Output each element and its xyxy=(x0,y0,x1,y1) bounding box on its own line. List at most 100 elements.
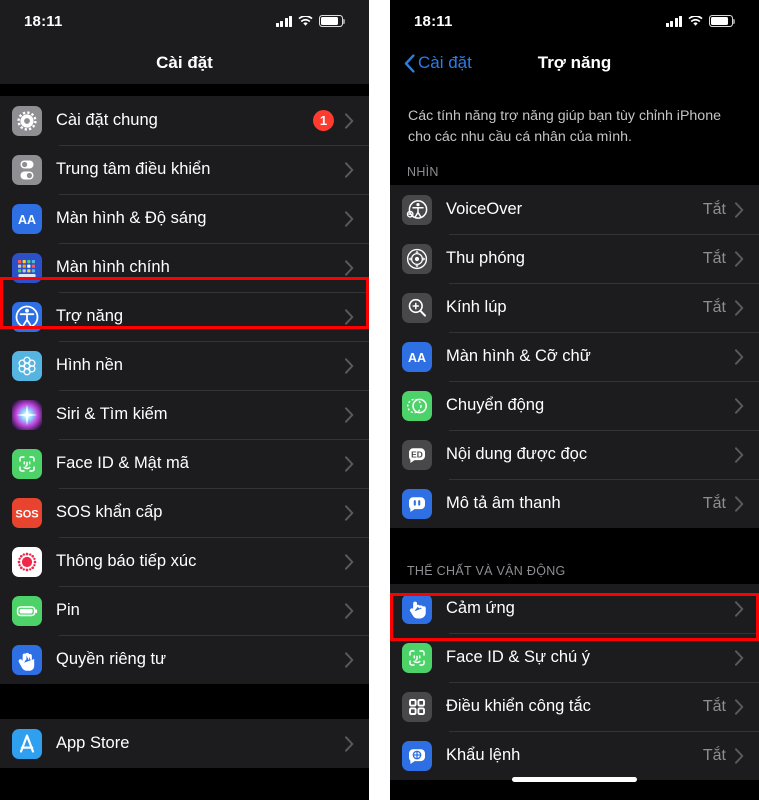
list-item-face-id-attention[interactable]: Face ID & Sự chú ý xyxy=(390,633,759,683)
settings-group-store: App Store xyxy=(0,719,369,768)
chevron-right-icon xyxy=(735,495,744,512)
motion-icon xyxy=(402,390,432,421)
wifi-icon xyxy=(298,15,313,27)
left-nav-bar: Cài đặt xyxy=(0,42,369,84)
chevron-right-icon xyxy=(345,651,354,668)
list-item-audio-descriptions[interactable]: Mô tả âm thanh Tắt xyxy=(390,479,759,529)
svg-text:ED: ED xyxy=(411,449,423,459)
row-label: Chuyển động xyxy=(446,396,545,415)
chevron-right-icon xyxy=(345,308,354,325)
sidebar-item-wallpaper[interactable]: Hình nền xyxy=(0,341,369,390)
chevron-right-icon xyxy=(345,112,354,129)
list-item-voiceover[interactable]: VoiceOver Tắt xyxy=(390,185,759,235)
chevron-right-icon xyxy=(345,357,354,374)
chevron-right-icon xyxy=(735,649,744,666)
display-text-size-icon: AA xyxy=(402,341,432,372)
chevron-right-icon xyxy=(735,397,744,414)
privacy-hand-icon xyxy=(12,644,42,675)
face-id-icon xyxy=(12,448,42,479)
face-id-attention-icon xyxy=(402,642,432,673)
battery-icon xyxy=(319,15,346,27)
accessibility-icon xyxy=(12,301,42,332)
wallpaper-icon xyxy=(12,350,42,381)
sidebar-item-face-id-passcode[interactable]: Face ID & Mật mã xyxy=(0,439,369,488)
row-label: Face ID & Mật mã xyxy=(56,454,189,472)
chevron-right-icon xyxy=(735,250,744,267)
row-label: VoiceOver xyxy=(446,200,523,219)
row-label: Trung tâm điều khiển xyxy=(56,160,211,178)
right-nav-bar: Cài đặt Trợ năng xyxy=(390,42,759,84)
row-label: Kính lúp xyxy=(446,298,507,317)
chevron-right-icon xyxy=(345,602,354,619)
status-clock: 18:11 xyxy=(414,12,453,30)
home-screen-icon xyxy=(12,252,42,283)
zoom-icon xyxy=(402,243,432,274)
chevron-right-icon xyxy=(345,406,354,423)
chevron-right-icon xyxy=(735,299,744,316)
row-label: Pin xyxy=(56,601,80,619)
left-phone-screen: 18:11 Cài đặt Cài đặt chung 1 Trung tâm … xyxy=(0,0,369,800)
row-value: Tắt xyxy=(702,249,726,267)
row-label: Cài đặt chung xyxy=(56,111,158,129)
siri-icon xyxy=(12,399,42,430)
row-label: Màn hình & Cỡ chữ xyxy=(446,347,591,366)
display-brightness-icon: AA xyxy=(12,203,42,234)
list-item-touch[interactable]: Cảm ứng xyxy=(390,584,759,634)
chevron-right-icon xyxy=(345,735,354,752)
chevron-right-icon xyxy=(345,161,354,178)
sidebar-item-control-center[interactable]: Trung tâm điều khiển xyxy=(0,145,369,194)
row-label: Hình nền xyxy=(56,356,123,374)
signal-bars-icon xyxy=(665,15,682,27)
list-item-magnifier[interactable]: Kính lúp Tắt xyxy=(390,283,759,333)
sidebar-item-battery[interactable]: Pin xyxy=(0,586,369,635)
sidebar-item-privacy[interactable]: Quyền riêng tư xyxy=(0,635,369,684)
section-header-physical-motor: THỂ CHẤT VÀ VẬN ĐỘNG xyxy=(390,528,759,585)
list-item-spoken-content[interactable]: ED Nội dung được đọc xyxy=(390,430,759,480)
sidebar-item-emergency-sos[interactable]: SOS SOS khẩn cấp xyxy=(0,488,369,537)
row-value: Tắt xyxy=(702,697,726,715)
left-settings-list[interactable]: Cài đặt chung 1 Trung tâm điều khiển AA xyxy=(0,84,369,800)
svg-text:AA: AA xyxy=(408,351,426,365)
screen-divider xyxy=(369,0,390,800)
chevron-right-icon xyxy=(735,201,744,218)
touch-icon xyxy=(402,593,432,624)
control-center-icon xyxy=(12,154,42,185)
status-clock: 18:11 xyxy=(24,12,63,30)
chevron-right-icon xyxy=(735,348,744,365)
chevron-right-icon xyxy=(735,698,744,715)
list-item-zoom[interactable]: Thu phóng Tắt xyxy=(390,234,759,284)
page-title: Cài đặt xyxy=(156,53,213,72)
gear-icon xyxy=(12,105,42,136)
list-item-display-text-size[interactable]: AA Màn hình & Cỡ chữ xyxy=(390,332,759,382)
back-button-label: Cài đặt xyxy=(418,53,472,72)
chevron-right-icon xyxy=(345,504,354,521)
chevron-right-icon xyxy=(345,259,354,276)
right-home-indicator-area xyxy=(390,758,759,800)
sidebar-item-app-store[interactable]: App Store xyxy=(0,719,369,768)
magnifier-icon xyxy=(402,292,432,323)
sidebar-item-exposure-notifications[interactable]: Thông báo tiếp xúc xyxy=(0,537,369,586)
home-indicator[interactable] xyxy=(512,776,637,782)
wifi-icon xyxy=(688,15,703,27)
sidebar-item-accessibility[interactable]: Trợ năng xyxy=(0,292,369,341)
status-indicators xyxy=(275,15,346,27)
row-label: Cảm ứng xyxy=(446,599,515,618)
row-label: Thu phóng xyxy=(446,249,525,268)
sidebar-item-home-screen[interactable]: Màn hình chính xyxy=(0,243,369,292)
sidebar-item-general[interactable]: Cài đặt chung 1 xyxy=(0,96,369,145)
back-button[interactable]: Cài đặt xyxy=(404,53,472,73)
settings-group-main: Cài đặt chung 1 Trung tâm điều khiển AA xyxy=(0,96,369,684)
list-item-switch-control[interactable]: Điều khiển công tắc Tắt xyxy=(390,682,759,732)
row-label: SOS khẩn cấp xyxy=(56,503,163,521)
signal-bars-icon xyxy=(275,15,292,27)
list-item-motion[interactable]: Chuyển động xyxy=(390,381,759,431)
sidebar-item-display-brightness[interactable]: AA Màn hình & Độ sáng xyxy=(0,194,369,243)
battery-icon xyxy=(709,15,736,27)
row-label: Face ID & Sự chú ý xyxy=(446,648,591,667)
row-label: Màn hình & Độ sáng xyxy=(56,209,207,227)
accessibility-list[interactable]: Các tính năng trợ năng giúp bạn tùy chỉn… xyxy=(390,84,759,800)
sidebar-item-siri-search[interactable]: Siri & Tìm kiếm xyxy=(0,390,369,439)
svg-text:AA: AA xyxy=(18,213,36,227)
switch-control-icon xyxy=(402,691,432,722)
row-label: App Store xyxy=(56,734,130,752)
